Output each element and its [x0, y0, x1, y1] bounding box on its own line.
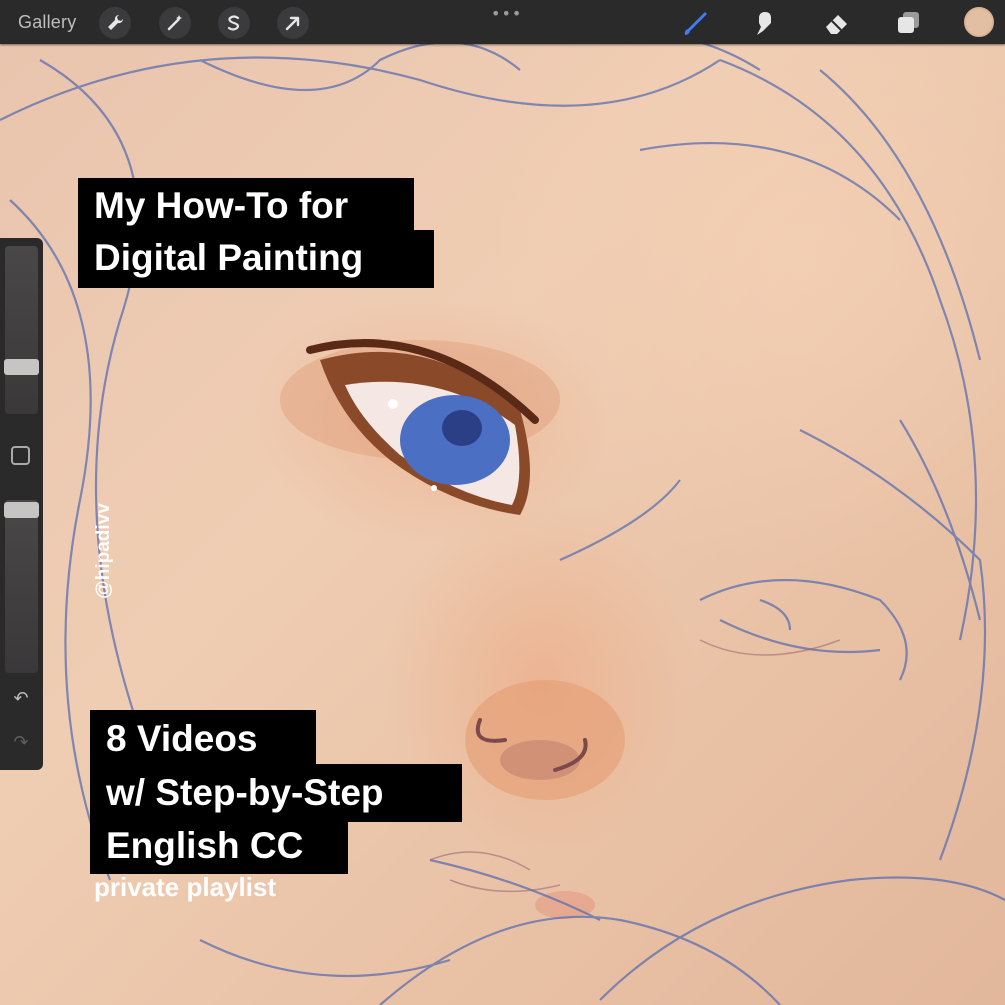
- gallery-button[interactable]: Gallery: [18, 12, 76, 33]
- modify-square-button[interactable]: [11, 446, 30, 465]
- side-toolbar: ↶ ↷: [0, 238, 43, 770]
- wrench-icon[interactable]: [99, 7, 131, 39]
- opacity-handle[interactable]: [4, 502, 39, 518]
- transform-arrow-icon[interactable]: [277, 7, 309, 39]
- body-line-1: 8 Videos: [90, 710, 316, 768]
- opacity-slider[interactable]: [5, 500, 38, 673]
- eraser-icon[interactable]: [822, 8, 852, 38]
- color-picker-swatch[interactable]: [964, 7, 994, 37]
- redo-icon[interactable]: ↷: [8, 732, 34, 754]
- layers-icon[interactable]: [893, 8, 923, 38]
- brush-icon[interactable]: [680, 8, 710, 38]
- brush-size-handle[interactable]: [4, 359, 39, 375]
- more-options-icon[interactable]: •••: [491, 4, 522, 23]
- body-line-2: w/ Step-by-Step: [90, 764, 462, 822]
- selection-s-icon[interactable]: [218, 7, 250, 39]
- top-toolbar: Gallery •••: [0, 0, 1005, 44]
- smudge-icon[interactable]: [750, 8, 780, 38]
- watermark-handle: @hipadivv: [93, 503, 114, 599]
- undo-icon[interactable]: ↶: [8, 688, 34, 710]
- title-line-2: Digital Painting: [78, 230, 434, 288]
- brush-size-slider[interactable]: [5, 246, 38, 414]
- magic-wand-icon[interactable]: [159, 7, 191, 39]
- title-line-1: My How-To for: [78, 178, 414, 236]
- playlist-subtitle: private playlist: [94, 872, 277, 902]
- body-line-3: English CC: [90, 818, 348, 874]
